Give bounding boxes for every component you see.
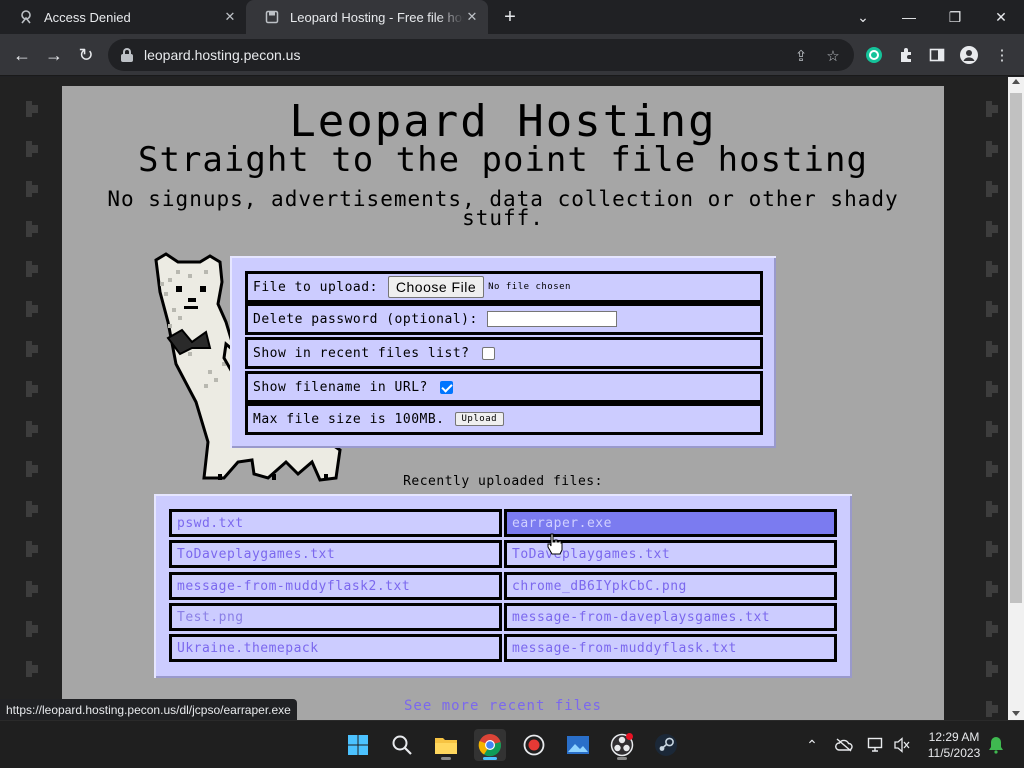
recent-file-link[interactable]: Ukraine.themepack	[169, 634, 502, 662]
upload-form: File to upload: Choose File No file chos…	[230, 256, 776, 448]
url-text[interactable]: leopard.hosting.pecon.us	[144, 47, 300, 63]
max-size-label: Max file size is 100MB.	[253, 411, 445, 427]
start-icon[interactable]	[342, 729, 374, 761]
show-recent-checkbox[interactable]	[481, 346, 495, 360]
grammarly-extension-icon[interactable]	[864, 45, 884, 65]
steam-icon[interactable]	[650, 729, 682, 761]
page-content: Leopard Hosting Straight to the point fi…	[62, 86, 944, 720]
back-icon[interactable]: ←	[9, 42, 35, 68]
recent-file-link[interactable]: message-from-muddyflask2.txt	[169, 572, 502, 600]
file-explorer-icon[interactable]	[430, 729, 462, 761]
obs-icon[interactable]	[606, 729, 638, 761]
lock-icon[interactable]	[120, 48, 134, 62]
address-bar[interactable]: leopard.hosting.pecon.us ⇪ ☆	[108, 39, 854, 71]
recent-files-panel: pswd.txt earraper.exe ToDaveplaygames.tx…	[154, 494, 852, 678]
minimize-icon[interactable]: —	[886, 0, 932, 34]
network-icon[interactable]	[866, 735, 886, 755]
scroll-thumb[interactable]	[1010, 93, 1022, 603]
new-tab-icon[interactable]: +	[498, 5, 522, 29]
page-icon	[18, 9, 34, 25]
delete-password-label: Delete password (optional):	[253, 311, 478, 327]
show-filename-checkbox[interactable]	[439, 380, 453, 394]
scroll-down-arrow-icon[interactable]	[1012, 711, 1020, 716]
share-icon[interactable]: ⇪	[792, 47, 810, 65]
clock-date: 11/5/2023	[927, 746, 981, 760]
tab-search-icon[interactable]: ⌄	[840, 0, 886, 34]
tab-strip: Access Denied ✕ Leopard Hosting - Free f…	[0, 0, 1024, 34]
profile-icon[interactable]	[959, 45, 979, 65]
recent-files-heading: Recently uploaded files:	[403, 474, 603, 489]
tab-title: Leopard Hosting - Free file hosting	[290, 9, 464, 25]
search-icon[interactable]	[386, 729, 418, 761]
clock-time: 12:29 AM	[928, 730, 980, 744]
hand-cursor-icon	[547, 533, 563, 555]
file-row: File to upload: Choose File No file chos…	[245, 271, 763, 303]
onedrive-offline-icon[interactable]	[834, 735, 854, 755]
page-viewport: Leopard Hosting Straight to the point fi…	[0, 77, 1008, 720]
page-icon	[264, 9, 280, 25]
no-file-text: No file chosen	[488, 282, 571, 292]
photos-icon[interactable]	[562, 729, 594, 761]
recent-file-link[interactable]: Test.png	[169, 603, 502, 631]
record-icon[interactable]	[518, 729, 550, 761]
file-label: File to upload:	[253, 279, 378, 295]
show-filename-row: Show filename in URL?	[245, 371, 763, 403]
link-status-bubble: https://leopard.hosting.pecon.us/dl/jcps…	[0, 699, 297, 720]
chrome-icon[interactable]	[474, 729, 506, 761]
right-border-pattern	[946, 77, 1008, 720]
left-border-pattern	[0, 77, 62, 720]
recent-file-link[interactable]: pswd.txt	[169, 509, 502, 537]
close-icon[interactable]: ✕	[222, 9, 238, 25]
taskbar-clock[interactable]: 12:29 AM 11/5/2023	[918, 729, 990, 761]
show-recent-row: Show in recent files list?	[245, 337, 763, 369]
bookmark-star-icon[interactable]: ☆	[824, 47, 842, 65]
tab-access-denied[interactable]: Access Denied ✕	[0, 0, 246, 34]
forward-icon[interactable]: →	[41, 42, 67, 68]
windows-taskbar: ⌃ 12:29 AM 11/5/2023	[0, 720, 1024, 768]
notification-bell-icon[interactable]	[986, 735, 1006, 755]
restore-icon[interactable]: ❐	[932, 0, 978, 34]
show-recent-label: Show in recent files list?	[253, 345, 470, 361]
show-hidden-icons-chevron-icon[interactable]: ⌃	[802, 735, 822, 755]
recent-file-link[interactable]: message-from-muddyflask.txt	[504, 634, 837, 662]
tab-leopard-hosting[interactable]: Leopard Hosting - Free file hosting ✕	[246, 0, 488, 34]
recent-file-link[interactable]: chrome_dB6IYpkCbC.png	[504, 572, 837, 600]
max-size-row: Max file size is 100MB. Upload	[245, 403, 763, 435]
site-subtitle: Straight to the point file hosting	[138, 140, 868, 180]
scroll-up-arrow-icon[interactable]	[1012, 79, 1020, 84]
reload-icon[interactable]: ↻	[73, 42, 99, 68]
page-scrollbar[interactable]	[1008, 77, 1024, 720]
extensions-puzzle-icon[interactable]	[896, 45, 916, 65]
volume-muted-icon[interactable]	[892, 735, 912, 755]
upload-button[interactable]: Upload	[454, 412, 505, 426]
tab-title: Access Denied	[44, 9, 131, 25]
close-icon[interactable]: ✕	[464, 9, 480, 25]
side-panel-icon[interactable]	[927, 45, 947, 65]
delete-password-row: Delete password (optional):	[245, 303, 763, 335]
recent-file-link[interactable]: message-from-daveplaysgames.txt	[504, 603, 837, 631]
browser-toolbar: ← → ↻ leopard.hosting.pecon.us ⇪ ☆ ⋮	[0, 34, 1024, 76]
close-window-icon[interactable]: ✕	[978, 0, 1024, 34]
delete-password-input[interactable]	[486, 311, 617, 327]
site-tagline: No signups, advertisements, data collect…	[107, 187, 899, 230]
show-filename-label: Show filename in URL?	[253, 379, 428, 395]
menu-kebab-icon[interactable]: ⋮	[992, 45, 1012, 65]
recent-file-link[interactable]: ToDaveplaygames.txt	[169, 540, 502, 568]
choose-file-button[interactable]: Choose File	[387, 276, 485, 298]
